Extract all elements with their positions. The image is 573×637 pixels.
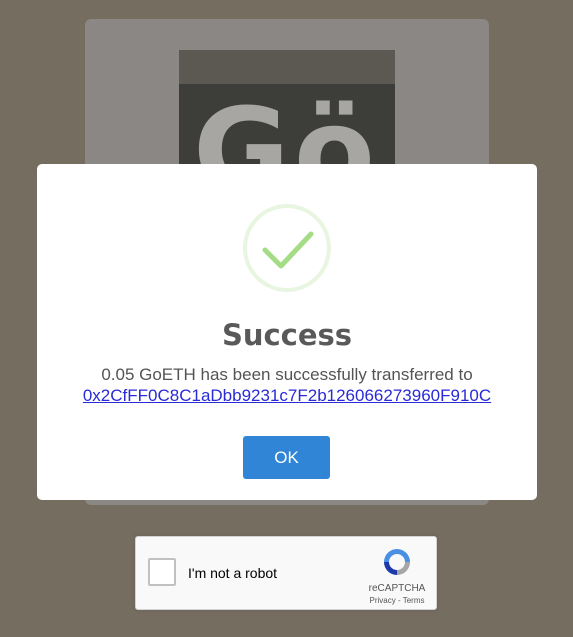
modal-message: 0.05 GoETH has been successfully transfe… — [37, 364, 537, 406]
checkmark-icon — [243, 204, 331, 292]
ok-button[interactable]: OK — [243, 436, 330, 479]
recipient-address-link[interactable]: 0x2CfFF0C8C1aDbb9231c7F2b126066273960F91… — [83, 386, 491, 405]
success-modal: Success 0.05 GoETH has been successfully… — [37, 164, 537, 500]
modal-title: Success — [221, 318, 353, 352]
modal-overlay: Success 0.05 GoETH has been successfully… — [0, 0, 573, 637]
transfer-message: 0.05 GoETH has been successfully transfe… — [101, 365, 473, 384]
